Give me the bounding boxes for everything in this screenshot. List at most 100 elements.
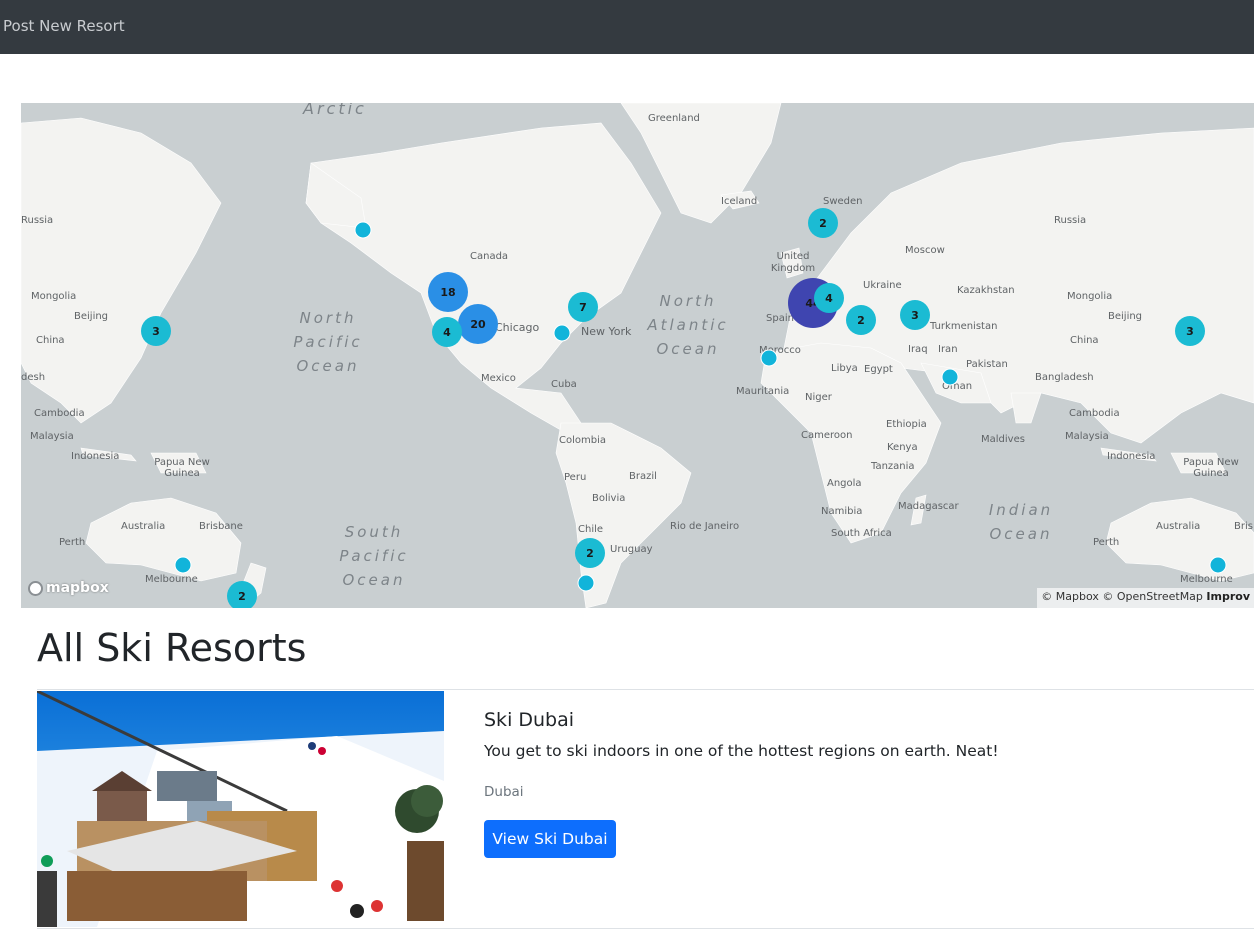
map-attribution: © Mapbox © OpenStreetMap Improv <box>1037 588 1254 608</box>
map-label-indonesia-left: Indonesia <box>71 451 120 462</box>
map-label-malaysia-right: Malaysia <box>1065 431 1109 442</box>
map-label-brisbane-right: Bris <box>1234 521 1253 532</box>
cluster-marker-japan-left[interactable]: 3 <box>141 316 171 346</box>
ocean-label-north-atlantic: North Atlantic Ocean <box>647 292 729 358</box>
map-label-greenland: Greenland <box>648 113 700 124</box>
map-label-brazil: Brazil <box>629 471 657 482</box>
map-label-south-africa: South Africa <box>831 528 892 539</box>
map-label-perth-right: Perth <box>1093 537 1120 548</box>
map-label-cuba: Cuba <box>551 379 577 390</box>
map-label-niger: Niger <box>805 392 832 403</box>
cluster-marker-bc[interactable]: 18 <box>428 272 468 312</box>
map-label-mongolia-left: Mongolia <box>31 291 77 302</box>
map-label-brisbane-left: Brisbane <box>199 521 243 532</box>
map-label-colombia: Colombia <box>559 435 606 446</box>
ocean-label-indian: Indian Ocean <box>988 501 1054 543</box>
resort-pin[interactable] <box>1209 556 1227 574</box>
resort-pin[interactable] <box>354 221 372 239</box>
map-label-egypt: Egypt <box>864 364 893 375</box>
map-label-new-york: New York <box>581 325 632 338</box>
map-label-australia-right: Australia <box>1156 521 1201 532</box>
map-label-melbourne-left: Melbourne <box>145 574 198 585</box>
map-label-russia-right: Russia <box>1054 215 1087 226</box>
map-label-canada: Canada <box>470 251 509 262</box>
map-label-peru: Peru <box>564 472 587 483</box>
resort-cluster-map[interactable]: Arctic Greenland Iceland Russia Russia M… <box>21 103 1254 608</box>
cluster-marker-central-europe[interactable]: 4 <box>814 283 844 313</box>
map-label-bangladesh: Bangladesh <box>1035 372 1094 383</box>
resort-description: You get to ski indoors in one of the hot… <box>484 742 999 760</box>
resort-pin[interactable] <box>174 556 192 574</box>
cluster-marker-chile[interactable]: 2 <box>575 538 605 568</box>
map-label-madagascar: Madagascar <box>898 501 959 512</box>
map-label-kenya: Kenya <box>887 442 918 453</box>
map-label-beijing-right: Beijing <box>1108 311 1143 322</box>
map-label-iceland: Iceland <box>721 196 758 207</box>
map-label-melbourne-right: Melbourne <box>1180 574 1233 585</box>
map-label-ethiopia: Ethiopia <box>886 419 927 430</box>
map-label-cambodia-right: Cambodia <box>1069 408 1120 419</box>
map-label-iraq: Iraq <box>908 344 928 355</box>
resort-photo <box>37 691 444 927</box>
cluster-marker-japan-right[interactable]: 3 <box>1175 316 1205 346</box>
map-label-moscow: Moscow <box>905 245 945 256</box>
map-label-desh: desh <box>21 372 46 383</box>
map-label-png-right: Papua New Guinea <box>1183 457 1239 479</box>
map-label-uruguay: Uruguay <box>610 544 653 555</box>
view-resort-button[interactable]: View Ski Dubai <box>484 820 616 858</box>
map-label-australia-left: Australia <box>121 521 166 532</box>
page-title: All Ski Resorts <box>37 626 307 670</box>
map-label-mongolia-right: Mongolia <box>1067 291 1113 302</box>
resort-location: Dubai <box>484 784 524 800</box>
map-label-libya: Libya <box>831 363 858 374</box>
map-label-uk: United Kingdom <box>770 251 816 274</box>
ski-dubai-image <box>37 691 444 927</box>
map-label-arctic: Arctic <box>303 103 367 118</box>
map-label-mauritania: Mauritania <box>736 386 790 397</box>
map-label-cameroon: Cameroon <box>801 430 853 441</box>
navbar: Post New Resort <box>0 0 1254 54</box>
map-label-png-left: Papua New Guinea <box>154 457 210 479</box>
improve-map-link[interactable]: Improv <box>1206 590 1250 603</box>
map-label-ukraine: Ukraine <box>863 280 902 291</box>
map-label-china-right: China <box>1070 335 1099 346</box>
mapbox-logo-icon <box>28 580 43 596</box>
cluster-marker-northeast[interactable]: 7 <box>568 292 598 322</box>
map-label-spain: Spain <box>766 313 794 324</box>
map-label-pakistan: Pakistan <box>966 359 1008 370</box>
map-label-chile: Chile <box>578 524 604 535</box>
map-label-iran: Iran <box>938 344 958 355</box>
map-label-angola: Angola <box>827 478 862 489</box>
ocean-label-north-pacific: North Pacific Ocean <box>293 309 363 375</box>
map-label-maldives: Maldives <box>981 434 1025 445</box>
attribution-text[interactable]: © Mapbox © OpenStreetMap <box>1041 590 1203 603</box>
map-label-beijing-left: Beijing <box>74 311 109 322</box>
map-label-tanzania: Tanzania <box>871 461 915 472</box>
map-label-namibia: Namibia <box>821 506 863 517</box>
resort-card: Ski Dubai You get to ski indoors in one … <box>37 689 1254 929</box>
cluster-marker-balkans[interactable]: 2 <box>846 305 876 335</box>
resort-pin[interactable] <box>941 368 959 386</box>
map-label-turkmenistan: Turkmenistan <box>930 321 998 332</box>
cluster-marker-california[interactable]: 4 <box>432 317 462 347</box>
map-label-perth-left: Perth <box>59 537 86 548</box>
map-label-bolivia: Bolivia <box>592 493 626 504</box>
resort-pin[interactable] <box>577 574 595 592</box>
cluster-marker-sweden[interactable]: 2 <box>808 208 838 238</box>
ocean-label-south-pacific: South Pacific Ocean <box>339 523 409 589</box>
map-label-china-left: China <box>36 335 65 346</box>
cluster-marker-caucasus[interactable]: 3 <box>900 300 930 330</box>
map-label-malaysia-left: Malaysia <box>30 431 74 442</box>
cluster-marker-new-zealand[interactable]: 2 <box>227 581 257 608</box>
mapbox-logo-text: mapbox <box>46 580 109 596</box>
cluster-marker-colorado[interactable]: 20 <box>458 304 498 344</box>
map-label-kazakhstan: Kazakhstan <box>957 285 1015 296</box>
post-new-resort-link[interactable]: Post New Resort <box>3 17 125 35</box>
resort-title: Ski Dubai <box>484 709 575 731</box>
map-label-cambodia-left: Cambodia <box>34 408 85 419</box>
resort-pin[interactable] <box>760 349 778 367</box>
map-label-russia-left: Russia <box>21 215 54 226</box>
resort-pin[interactable] <box>553 324 571 342</box>
mapbox-logo[interactable]: mapbox <box>28 580 109 596</box>
map-label-rio: Rio de Janeiro <box>670 521 740 532</box>
